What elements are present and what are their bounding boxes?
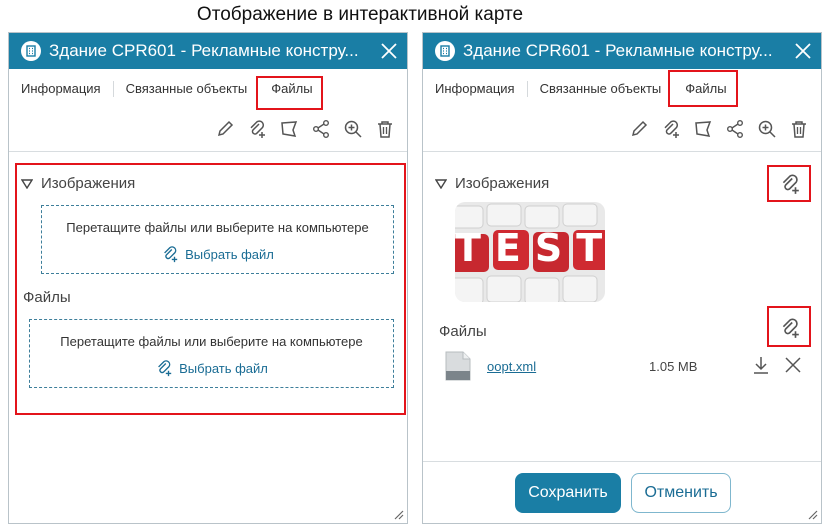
toolbar <box>213 117 397 141</box>
close-icon[interactable] <box>785 33 821 69</box>
cancel-button[interactable]: Отменить <box>631 473 731 513</box>
tab-info[interactable]: Информация <box>423 81 528 97</box>
resize-grip-icon[interactable] <box>806 508 818 520</box>
attach-icon <box>782 174 799 194</box>
images-section-title: Изображения <box>41 175 136 192</box>
remove-icon[interactable] <box>783 355 803 378</box>
card-title: Здание CPR601 - Рекламные констру... <box>49 41 359 60</box>
zoom-icon[interactable] <box>341 117 365 141</box>
delete-icon[interactable] <box>373 117 397 141</box>
pick-file-label: Выбрать файл <box>185 246 274 262</box>
delete-icon[interactable] <box>787 117 811 141</box>
object-card-empty: Здание CPR601 - Рекламные констру... Инф… <box>8 32 408 524</box>
edit-icon[interactable] <box>213 117 237 141</box>
attach-icon[interactable] <box>245 117 269 141</box>
save-button[interactable]: Сохранить <box>515 473 621 513</box>
add-file-button[interactable] <box>779 317 801 344</box>
share-icon[interactable] <box>309 117 333 141</box>
card-header: Здание CPR601 - Рекламные констру... <box>9 33 407 69</box>
attach-icon[interactable] <box>659 117 683 141</box>
card-header: Здание CPR601 - Рекламные констру... <box>423 33 821 69</box>
file-icon <box>445 351 471 381</box>
download-icon[interactable] <box>751 355 771 378</box>
thumbnail-text: TEST <box>455 226 605 270</box>
divider <box>423 151 821 152</box>
tab-related[interactable]: Связанные объекты <box>114 81 260 97</box>
images-section-header[interactable]: Изображения <box>435 175 549 192</box>
share-icon[interactable] <box>723 117 747 141</box>
collapse-icon[interactable] <box>21 178 33 189</box>
dropzone-hint: Перетащите файлы или выберите на компьют… <box>60 334 363 349</box>
building-icon <box>21 41 41 61</box>
building-icon <box>435 41 455 61</box>
close-icon[interactable] <box>371 33 407 69</box>
files-section-title: Файлы <box>439 323 487 340</box>
images-section-header[interactable]: Изображения <box>21 175 135 192</box>
toolbar <box>627 117 811 141</box>
resize-grip-icon[interactable] <box>392 508 404 520</box>
tab-info[interactable]: Информация <box>9 81 114 97</box>
file-row: oopt.xml 1.05 MB <box>445 351 805 383</box>
pick-file-label: Выбрать файл <box>179 360 268 376</box>
images-section-title: Изображения <box>455 175 550 192</box>
edit-icon[interactable] <box>627 117 651 141</box>
attach-icon <box>164 246 178 263</box>
dropzone-hint: Перетащите файлы или выберите на компьют… <box>66 220 369 235</box>
card-title: Здание CPR601 - Рекламные констру... <box>463 41 773 60</box>
file-size: 1.05 MB <box>649 359 698 374</box>
tab-files-highlight <box>668 70 738 107</box>
files-section-header: Файлы <box>23 289 71 306</box>
files-section-title: Файлы <box>23 289 71 306</box>
divider <box>9 151 407 152</box>
pick-file-button[interactable]: Выбрать файл <box>42 245 393 263</box>
tab-bar: Информация Связанные объекты Файлы <box>423 69 821 109</box>
object-card-filled: Здание CPR601 - Рекламные констру... Инф… <box>422 32 822 524</box>
footer-divider <box>423 461 821 462</box>
pick-file-button[interactable]: Выбрать файл <box>30 359 393 377</box>
image-thumbnail[interactable]: TEST <box>455 202 605 302</box>
images-dropzone[interactable]: Перетащите файлы или выберите на компьют… <box>41 205 394 274</box>
tab-files-highlight <box>256 76 323 110</box>
attach-icon <box>782 318 799 338</box>
attach-icon <box>158 360 172 377</box>
files-dropzone[interactable]: Перетащите файлы или выберите на компьют… <box>29 319 394 388</box>
caption: Отображение в интерактивной карте <box>196 4 524 25</box>
file-name-link[interactable]: oopt.xml <box>487 359 536 374</box>
add-image-button[interactable] <box>779 173 801 200</box>
geometry-icon[interactable] <box>691 117 715 141</box>
tab-related[interactable]: Связанные объекты <box>528 81 674 97</box>
zoom-icon[interactable] <box>755 117 779 141</box>
tab-bar: Информация Связанные объекты Файлы <box>9 69 407 109</box>
collapse-icon[interactable] <box>435 178 447 189</box>
geometry-icon[interactable] <box>277 117 301 141</box>
files-section-header: Файлы <box>439 323 487 340</box>
